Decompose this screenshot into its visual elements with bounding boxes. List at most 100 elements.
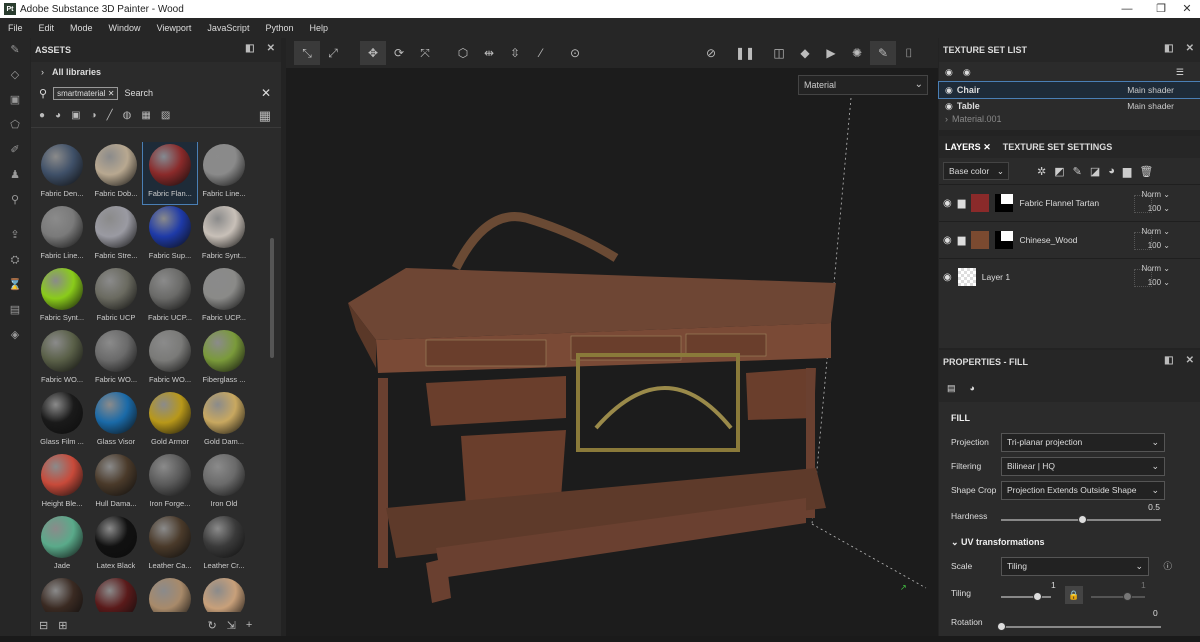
import-icon[interactable]: ⇲ — [227, 619, 236, 632]
particles-filter-icon[interactable]: ◍ — [123, 110, 132, 121]
object-icon[interactable]: ⬡ — [450, 46, 476, 60]
asset-item[interactable]: Height Ble... — [35, 452, 89, 514]
snap-icon[interactable]: ⤡ — [294, 41, 320, 65]
grid-view-icon[interactable]: ▦ — [259, 108, 271, 124]
texture-set-item-material[interactable]: › Material.001 — [939, 114, 1200, 124]
asset-item[interactable]: Iron Forge... — [143, 452, 197, 514]
shape-crop-select[interactable]: Projection Extends Outside Shape ⌄ — [1001, 480, 1165, 500]
menu-javascript[interactable]: JavaScript — [199, 23, 257, 33]
asset-item[interactable] — [35, 576, 89, 612]
asset-item[interactable]: Fabric Synt... — [35, 266, 89, 328]
layer-row[interactable]: ◉ Layer 1 Norm ⌄ 100 ⌄ — [939, 258, 1200, 295]
folder-icon[interactable]: ▆ — [1123, 165, 1131, 178]
close-panel-icon[interactable]: ✕ — [1186, 43, 1194, 54]
asset-item[interactable]: Fabric UCP — [89, 266, 143, 328]
fill-layer-icon[interactable]: ◪ — [1090, 165, 1100, 178]
new-folder-icon[interactable]: ⊞ — [58, 619, 67, 632]
asset-item[interactable]: Fabric Stre... — [89, 204, 143, 266]
asset-item[interactable]: Gold Dam... — [197, 390, 251, 452]
undock-icon[interactable]: ◧ — [245, 43, 254, 54]
clear-search-icon[interactable]: ✕ — [261, 86, 271, 100]
info-icon[interactable]: ⓘ — [1163, 560, 1172, 572]
scale-select[interactable]: Tiling ⌄ — [1001, 556, 1149, 576]
menu-python[interactable]: Python — [257, 23, 301, 33]
asset-item[interactable]: Glass Film ... — [35, 390, 89, 452]
history-icon[interactable]: ⊙ — [562, 46, 588, 60]
mirror-y-icon[interactable]: ⇳ — [502, 46, 528, 60]
export-icon[interactable]: ⇪ — [0, 223, 30, 248]
shelf-manage-icon[interactable]: ⊟ — [39, 619, 48, 632]
asset-item[interactable]: Gold Armor — [143, 390, 197, 452]
pause-icon[interactable]: ❚❚ — [732, 46, 758, 60]
asset-item[interactable]: Fiberglass ... — [197, 328, 251, 390]
asset-item[interactable]: Fabric Line... — [197, 142, 251, 204]
scale-icon[interactable]: ⤧ — [412, 46, 438, 61]
tiling-knob-2[interactable] — [1123, 592, 1132, 601]
tiling-value[interactable]: 1 — [1051, 580, 1056, 590]
asset-item[interactable]: Fabric UCP... — [197, 266, 251, 328]
smart-mask-filter-icon[interactable]: ▣ — [71, 110, 80, 121]
visibility-toggle-icon[interactable]: ◉ — [945, 67, 953, 78]
mask-icon[interactable]: ◩ — [1054, 165, 1064, 178]
asset-item[interactable]: Fabric WO... — [35, 328, 89, 390]
rotation-value[interactable]: 0 — [1153, 608, 1158, 618]
asset-item[interactable]: Fabric WO... — [89, 328, 143, 390]
material-properties-icon[interactable]: ◕ — [970, 383, 975, 393]
undock-icon[interactable]: ◧ — [1164, 43, 1173, 54]
asset-item[interactable]: Fabric Dob... — [89, 142, 143, 204]
rotation-slider[interactable] — [1001, 626, 1161, 628]
asset-item[interactable]: Fabric UCP... — [143, 266, 197, 328]
asset-item[interactable]: Fabric Sup... — [143, 204, 197, 266]
rotation-knob[interactable] — [997, 622, 1006, 631]
filtering-select[interactable]: Bilinear | HQ ⌄ — [1001, 456, 1165, 476]
viewport[interactable]: ⤡ ⤢ ✥ ⟳ ⤧ ⬡ ⇹ ⇳ ⁄ ⊙ ⊘ ❚❚ ◫ ◆ ▶ ✺ ✎ ⌷ Mat… — [286, 38, 938, 636]
shelf-icon[interactable]: ⌛ — [0, 273, 30, 298]
menu-viewport[interactable]: Viewport — [149, 23, 200, 33]
asset-item[interactable]: Jade — [35, 514, 89, 576]
tiling-knob[interactable] — [1033, 592, 1042, 601]
menu-edit[interactable]: Edit — [31, 23, 63, 33]
asset-item[interactable]: Fabric Flan... — [142, 142, 198, 205]
lock-icon[interactable]: 🔒 — [1065, 586, 1083, 604]
close-panel-icon[interactable]: ✕ — [267, 43, 275, 54]
eye-icon[interactable]: ◉ — [943, 198, 952, 209]
menu-file[interactable]: File — [0, 23, 31, 33]
menu-icon[interactable]: ☰ — [1176, 67, 1184, 78]
channel-select[interactable]: Base color ⌄ — [943, 162, 1009, 180]
close-panel-icon[interactable]: ✕ — [1186, 355, 1194, 366]
bake-icon[interactable]: ⛭ — [0, 248, 30, 273]
texture-set-item-table[interactable]: ◉ Table Main shader — [939, 98, 1200, 114]
add-icon[interactable]: + — [246, 619, 252, 631]
hide-icon[interactable]: ⊘ — [698, 46, 724, 60]
close-icon[interactable]: ✕ — [1170, 0, 1200, 18]
asset-item[interactable] — [143, 576, 197, 612]
document-icon[interactable]: ▤ — [0, 298, 30, 323]
library-selector[interactable]: › All libraries — [31, 62, 281, 82]
asset-item[interactable]: Fabric Line... — [35, 204, 89, 266]
move-icon[interactable]: ✥ — [360, 41, 386, 65]
brush-filter-icon[interactable]: ╱ — [107, 110, 113, 121]
eraser-icon[interactable]: ◇ — [0, 63, 30, 88]
asset-scrollbar[interactable] — [270, 238, 274, 358]
projection-icon[interactable]: ▣ — [0, 88, 30, 113]
search-input[interactable]: Search — [124, 88, 153, 98]
eye-icon[interactable]: ◉ — [943, 272, 952, 283]
camera-icon[interactable]: ▶ — [818, 46, 844, 60]
paint-brush-icon[interactable]: ✎ — [0, 38, 30, 63]
asset-item[interactable]: Leather Ca... — [143, 514, 197, 576]
delete-icon[interactable]: 🗑 — [1139, 165, 1153, 178]
environment-filter-icon[interactable]: ▨ — [161, 110, 170, 121]
layer-blend[interactable]: Norm ⌄ 100 ⌄ — [1142, 188, 1171, 216]
display-3d-icon[interactable]: ◆ — [792, 46, 818, 60]
layer-row[interactable]: ◉ ▆ Fabric Flannel Tartan Norm ⌄ 100 ⌄ — [939, 184, 1200, 221]
tiling-slider[interactable] — [1001, 596, 1051, 598]
layer-blend[interactable]: Norm ⌄ 100 ⌄ — [1142, 225, 1171, 253]
asset-item[interactable]: Latex Black — [89, 514, 143, 576]
align-icon[interactable]: ⤢ — [320, 46, 346, 61]
layer-row[interactable]: ◉ ▆ Chinese_Wood Norm ⌄ 100 ⌄ — [939, 221, 1200, 258]
paint-mode-icon[interactable]: ✎ — [870, 41, 896, 65]
render-icon[interactable]: ✺ — [844, 46, 870, 60]
asset-item[interactable] — [197, 576, 251, 612]
symmetry-icon[interactable]: ⁄ — [528, 46, 554, 60]
tiling-value-2[interactable]: 1 — [1141, 580, 1146, 590]
